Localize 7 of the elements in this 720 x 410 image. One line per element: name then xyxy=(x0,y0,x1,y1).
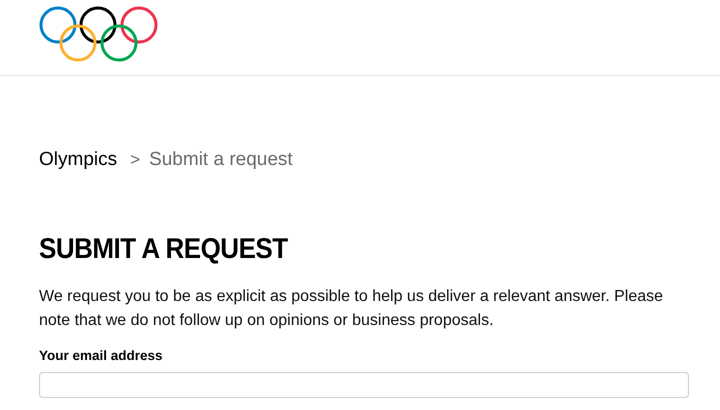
input-field[interactable] xyxy=(39,372,689,398)
page-title: SUBMIT A REQUEST xyxy=(39,230,289,266)
breadcrumb-link[interactable]: Submit a request xyxy=(149,149,293,171)
intro-text: We request you to be as explicit as possible to help us deliver a relevant answer. Please note that we do not follow up on opinions or business proposals. xyxy=(39,287,664,331)
breadcrumb-separator: > xyxy=(130,150,140,170)
breadcrumb-link[interactable]: Olympics xyxy=(39,149,118,171)
field-label: Your email address xyxy=(39,347,164,365)
